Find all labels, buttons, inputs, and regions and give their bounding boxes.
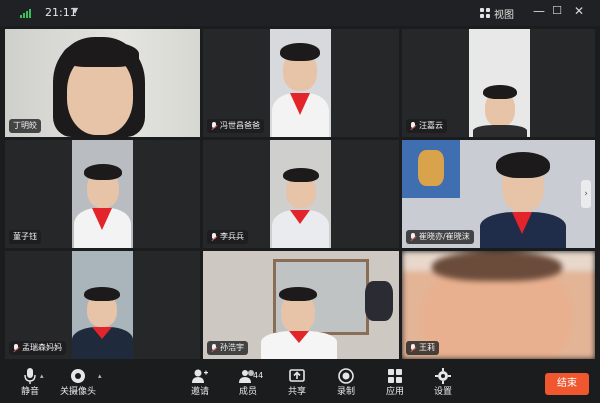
backpack: [365, 281, 393, 321]
video-tile-8[interactable]: 孙浩宇: [203, 251, 399, 359]
camera-options-chevron-icon[interactable]: ▴: [98, 372, 102, 380]
share-label: 共享: [287, 387, 306, 397]
next-page-arrow[interactable]: ›: [581, 180, 591, 208]
camera-button[interactable]: 关摄像头: [56, 367, 100, 401]
participant-name-tag: 菫子钰: [9, 230, 41, 244]
muted-mic-icon: [211, 344, 217, 352]
muted-mic-icon: [211, 122, 217, 130]
minimize-icon[interactable]: —: [532, 4, 546, 18]
grid-view-icon: [480, 8, 490, 18]
muted-mic-icon: [410, 122, 416, 130]
participant-name: 崔晓亦/崔晓沫: [419, 232, 470, 241]
participant-name: 菫子钰: [13, 232, 37, 241]
add-user-icon: [178, 367, 222, 385]
participant-name-tag: 王莉: [406, 341, 439, 355]
participant-name-tag: 李兵兵: [207, 230, 248, 244]
share-button[interactable]: 共享: [275, 367, 319, 401]
mic-options-chevron-icon[interactable]: ▴: [40, 372, 44, 380]
participant-name-tag: 丁明皎: [9, 119, 41, 133]
end-meeting-button[interactable]: 结束: [545, 373, 589, 395]
mic-icon: [8, 367, 52, 385]
invite-label: 邀请: [190, 387, 209, 397]
meeting-toolbar: 静音 ▴ 关摄像头 ▴ 邀请 44 成员 共享 录制 应用 设置: [0, 363, 600, 403]
participant-name: 李兵兵: [220, 232, 244, 241]
participant-name-tag: 冯世昌爸爸: [207, 119, 264, 133]
apps-label: 应用: [385, 387, 404, 397]
camera-icon: [56, 367, 100, 385]
video-tile-6[interactable]: › 崔晓亦/崔晓沫: [402, 140, 595, 248]
members-icon: [226, 367, 270, 385]
video-tile-2[interactable]: 冯世昌爸爸: [203, 29, 399, 137]
participant-name: 王莉: [419, 343, 435, 352]
participant-name-tag: 汪嘉云: [406, 119, 447, 133]
view-button[interactable]: 视图: [480, 5, 514, 21]
participant-video: [469, 29, 530, 137]
maximize-icon[interactable]: ☐: [550, 4, 564, 17]
members-label: 成员: [238, 387, 257, 397]
participant-name-tag: 崔晓亦/崔晓沫: [406, 230, 474, 244]
gear-icon: [421, 367, 465, 385]
video-tile-3[interactable]: 汪嘉云: [402, 29, 595, 137]
record-icon: [324, 367, 368, 385]
view-label: 视图: [494, 9, 514, 21]
members-button[interactable]: 44 成员: [226, 367, 270, 401]
muted-mic-icon: [211, 233, 217, 241]
participant-name-tag: 孙浩宇: [207, 341, 248, 355]
video-tile-1[interactable]: 丁明皎: [5, 29, 200, 137]
muted-mic-icon: [13, 344, 19, 352]
record-label: 录制: [336, 387, 355, 397]
signal-icon: [20, 8, 34, 18]
participant-name: 汪嘉云: [419, 121, 443, 130]
chevron-down-icon[interactable]: ▼: [72, 6, 78, 15]
video-tile-4[interactable]: 菫子钰: [5, 140, 200, 248]
apps-button[interactable]: 应用: [373, 367, 417, 401]
video-tile-5[interactable]: 李兵兵: [203, 140, 399, 248]
title-bar: 21:11 ▼ 视图 — ☐ ✕: [0, 0, 600, 26]
video-grid: 丁明皎 冯世昌爸爸 汪嘉云 菫子钰 李兵兵 › 崔晓亦/崔晓沫 孟瑞森妈妈 孙浩…: [3, 27, 597, 361]
participant-video: [270, 29, 331, 137]
members-count: 44: [253, 371, 264, 380]
participant-name: 丁明皎: [13, 121, 37, 130]
muted-mic-icon: [410, 233, 416, 241]
participant-video: [72, 140, 133, 248]
map-region: [418, 150, 444, 186]
participant-name: 冯世昌爸爸: [220, 121, 260, 130]
apps-grid-icon: [373, 367, 417, 385]
invite-button[interactable]: 邀请: [178, 367, 222, 401]
muted-mic-icon: [410, 344, 416, 352]
participant-name: 孟瑞森妈妈: [22, 343, 62, 352]
mute-button[interactable]: 静音: [8, 367, 52, 401]
video-tile-9[interactable]: 王莉: [402, 251, 595, 359]
close-icon[interactable]: ✕: [572, 4, 586, 18]
share-screen-icon: [275, 367, 319, 385]
camera-label: 关摄像头: [59, 387, 96, 397]
video-tile-7[interactable]: 孟瑞森妈妈: [5, 251, 200, 359]
mute-label: 静音: [20, 387, 39, 397]
participant-name-tag: 孟瑞森妈妈: [9, 341, 66, 355]
record-button[interactable]: 录制: [324, 367, 368, 401]
settings-label: 设置: [433, 387, 452, 397]
settings-button[interactable]: 设置: [421, 367, 465, 401]
participant-name: 孙浩宇: [220, 343, 244, 352]
participant-video: [72, 251, 133, 359]
participant-video: [270, 140, 331, 248]
